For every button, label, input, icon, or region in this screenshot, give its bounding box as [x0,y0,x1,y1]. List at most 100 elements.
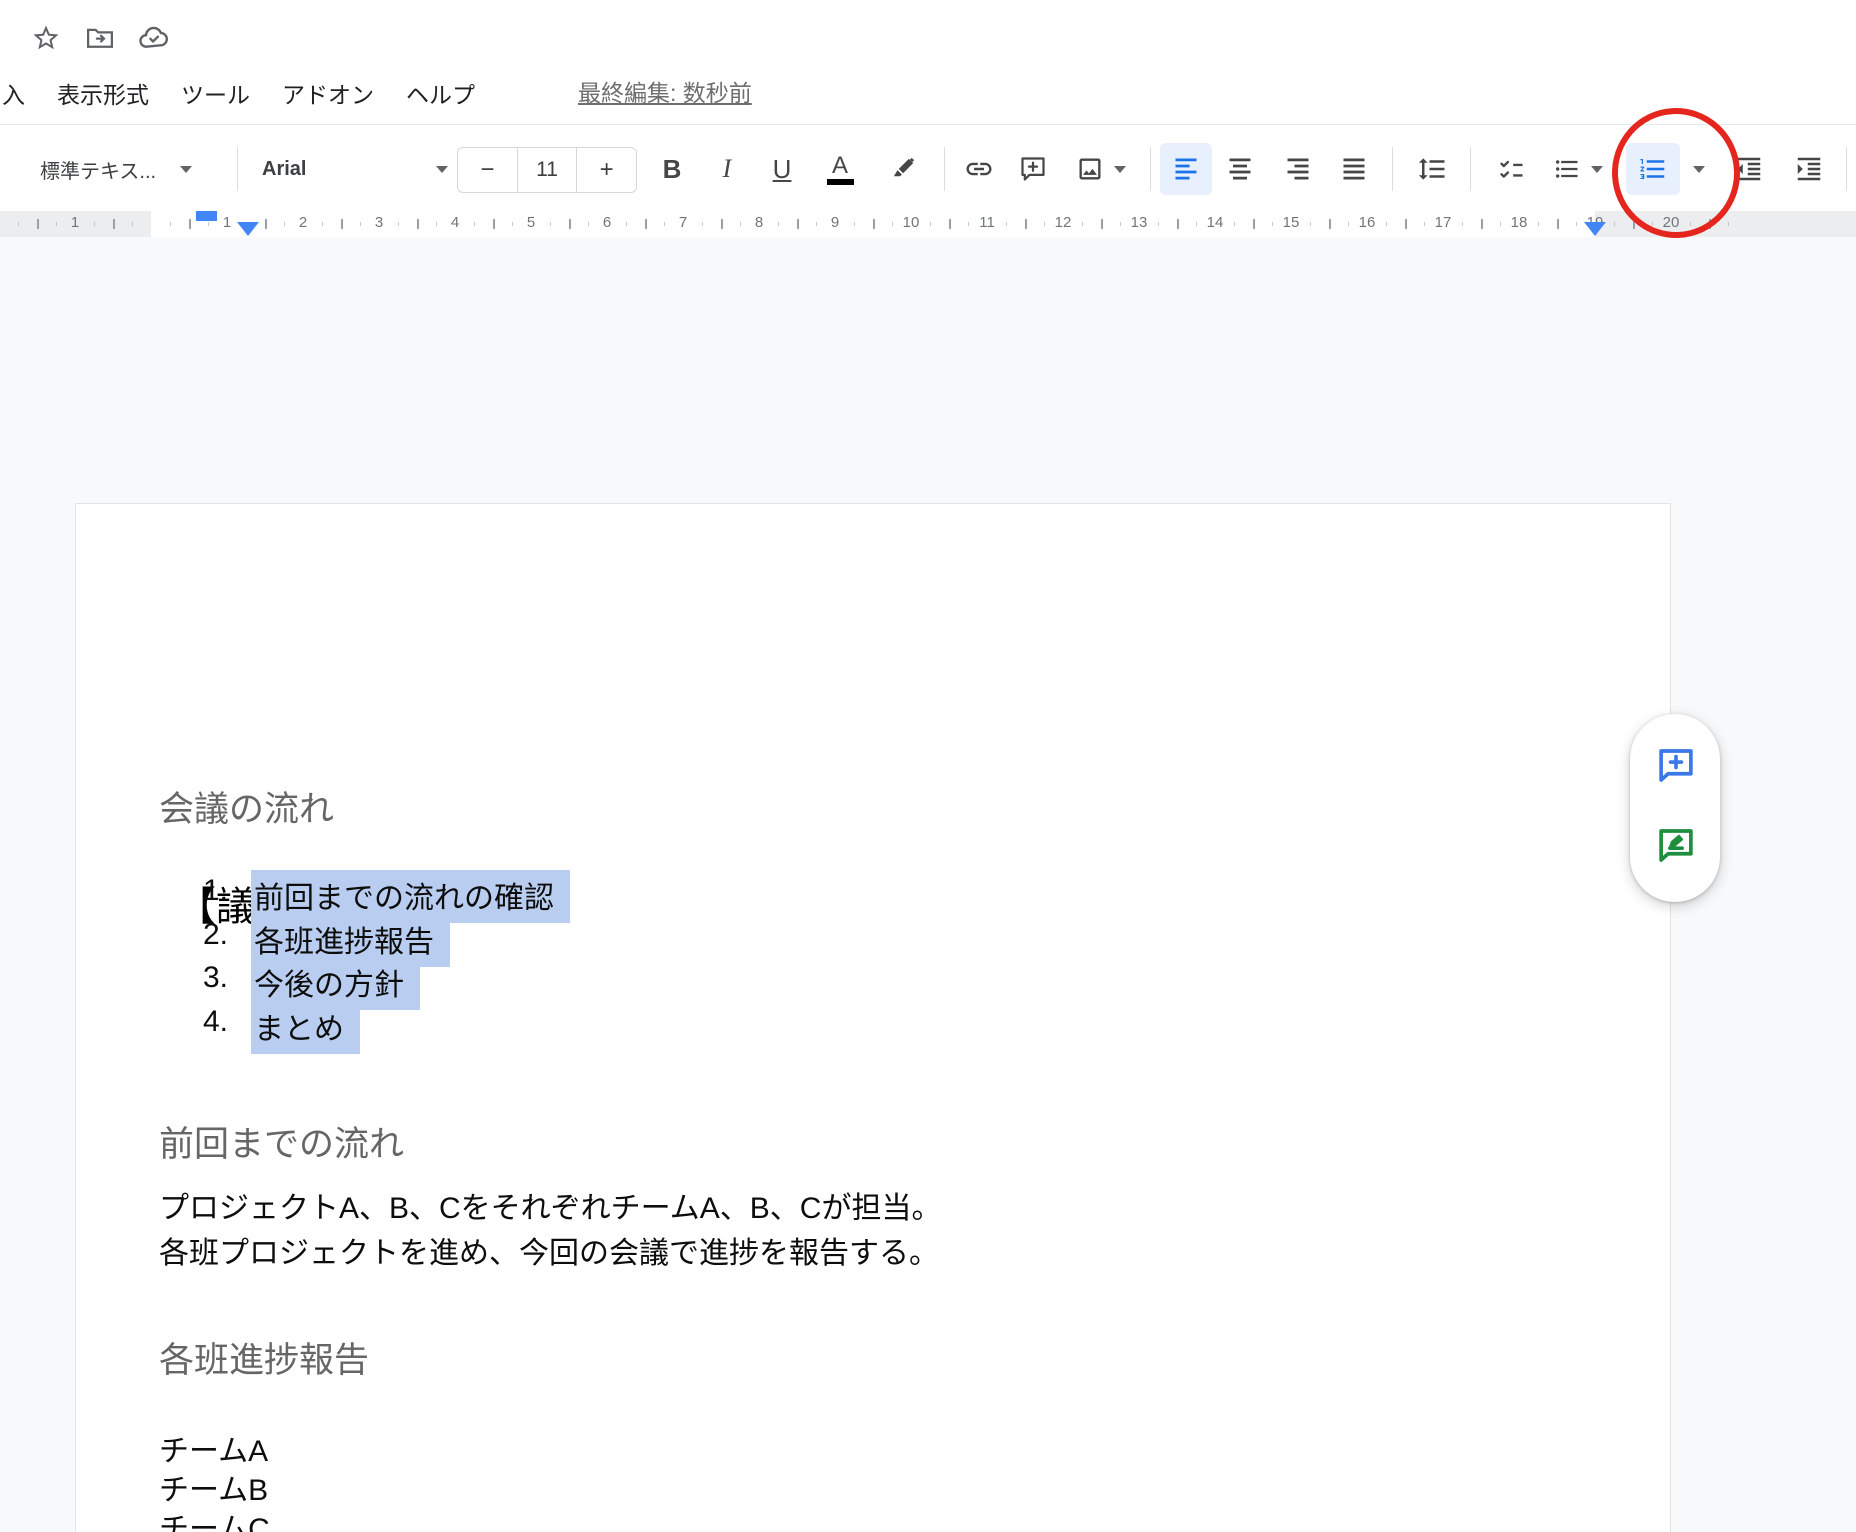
ruler-tick [1500,222,1501,226]
checklist-button[interactable] [1486,145,1538,193]
bulleted-list-button[interactable] [1542,145,1614,193]
ruler-tick [702,222,703,226]
align-right-button[interactable] [1274,145,1322,193]
line-spacing-icon [1417,154,1447,184]
ruler-tick [721,219,723,229]
ruler-tick [170,222,171,226]
chevron-down-icon [1114,166,1126,173]
ruler-tick [873,219,875,229]
menu-item-アドオン[interactable]: アドオン [282,76,374,110]
ruler-tick [1120,222,1121,226]
ruler-tick [56,222,57,226]
highlight-color-button[interactable] [878,145,928,193]
menu-item-ツール[interactable]: ツール [181,76,250,110]
ruler-tick [1025,219,1027,229]
ruler-tick [512,222,513,226]
divider [1470,147,1471,191]
suggest-edit-floating-button[interactable] [1653,822,1699,868]
ruler-number: 15 [1283,214,1300,231]
link-icon [964,154,994,184]
ruler-tick [930,222,931,226]
ruler-tick [284,222,285,226]
comment-plus-icon [1019,155,1047,183]
chevron-down-icon [1591,166,1603,173]
ruler-number: 16 [1359,214,1376,231]
team-list[interactable]: チームAチームBチームC [159,1432,270,1532]
line-spacing-button[interactable] [1406,145,1458,193]
ruler-tick [1348,222,1349,226]
divider [1392,147,1393,191]
ruler-tick [550,222,551,226]
ruler-tick [37,219,39,229]
ruler-tick [417,219,419,229]
ruler-tick [1462,222,1463,226]
ruler-tick [1405,219,1407,229]
ruler-number: 13 [1131,214,1148,231]
paragraph-style-dropdown[interactable]: 標準テキス... [30,145,238,193]
ruler-tick [968,222,969,226]
ruler-number: 14 [1207,214,1224,231]
underline-button[interactable]: U [760,145,804,193]
agenda-heading[interactable]: 会議の流れ [159,781,334,832]
align-center-icon [1226,155,1254,183]
document-page[interactable]: 【議事録】 会議の流れ 1.前回までの流れの確認2.各班進捗報告3.今後の方針4… [75,503,1671,1532]
divider [1846,147,1847,191]
team-line[interactable]: チームB [159,1471,270,1510]
history-line[interactable]: 各班プロジェクトを進め、今回の会議で進捗を報告する。 [159,1231,941,1276]
menu-item-入[interactable]: 入 [2,76,25,110]
progress-heading[interactable]: 各班進捗報告 [159,1332,369,1383]
ruler-tick [1329,219,1331,229]
ruler-tick [1310,222,1311,226]
team-line[interactable]: チームC [159,1510,270,1532]
italic-button[interactable]: I [705,145,749,193]
menu-item-ヘルプ[interactable]: ヘルプ [406,76,475,110]
ruler-tick [208,222,209,226]
ruler[interactable]: 11234567891011121314151617181920 [0,211,1856,238]
cloud-saved-icon[interactable] [138,22,170,54]
decrease-font-size-button[interactable]: − [458,148,517,192]
left-indent-marker[interactable] [237,222,259,236]
ruler-tick [1386,222,1387,226]
ruler-tick [1538,222,1539,226]
ruler-tick [1614,222,1615,226]
ruler-tick [474,222,475,226]
ruler-tick [778,222,779,226]
agenda-item-number: 4. [203,1005,228,1039]
ruler-tick [1728,222,1729,226]
document-background: 【議事録】 会議の流れ 1.前回までの流れの確認2.各班進捗報告3.今後の方針4… [0,237,1856,1532]
ruler-number: 1 [71,214,79,231]
ruler-number: 4 [451,214,459,231]
text-color-button[interactable]: A [816,145,864,193]
align-right-icon [1284,155,1312,183]
ruler-tick [626,222,627,226]
increase-indent-button[interactable] [1784,145,1834,193]
font-size-value[interactable]: 11 [517,148,578,192]
add-comment-floating-button[interactable] [1653,742,1699,788]
history-paragraph[interactable]: プロジェクトA、B、CをそれぞれチームA、B、Cが担当。各班プロジェクトを進め、… [159,1186,941,1276]
ruler-number: 3 [375,214,383,231]
increase-font-size-button[interactable]: + [577,148,636,192]
menu-item-表示形式[interactable]: 表示形式 [57,76,149,110]
bold-button[interactable]: B [650,145,694,193]
insert-link-button[interactable] [954,145,1004,193]
last-edit-link[interactable]: 最終編集: 数秒前 [578,74,752,108]
align-left-button[interactable] [1162,145,1210,193]
ruler-tick [1424,222,1425,226]
ruler-number: 8 [755,214,763,231]
star-icon[interactable] [30,22,62,54]
right-indent-marker[interactable] [1584,222,1606,236]
align-center-button[interactable] [1216,145,1264,193]
move-to-folder-icon[interactable] [84,22,116,54]
add-comment-button[interactable] [1008,145,1058,193]
team-line[interactable]: チームA [159,1432,270,1471]
insert-image-button[interactable] [1062,145,1140,193]
history-line[interactable]: プロジェクトA、B、CをそれぞれチームA、B、Cが担当。 [159,1186,941,1231]
quick-actions [30,22,170,54]
history-heading[interactable]: 前回までの流れ [159,1116,404,1167]
agenda-item-text-selected[interactable]: まとめ [251,1001,360,1054]
font-dropdown[interactable]: Arial [252,145,452,193]
ruler-tick [1082,222,1083,226]
align-justify-button[interactable] [1330,145,1378,193]
divider [1150,147,1151,191]
first-line-indent-marker[interactable] [196,211,217,221]
